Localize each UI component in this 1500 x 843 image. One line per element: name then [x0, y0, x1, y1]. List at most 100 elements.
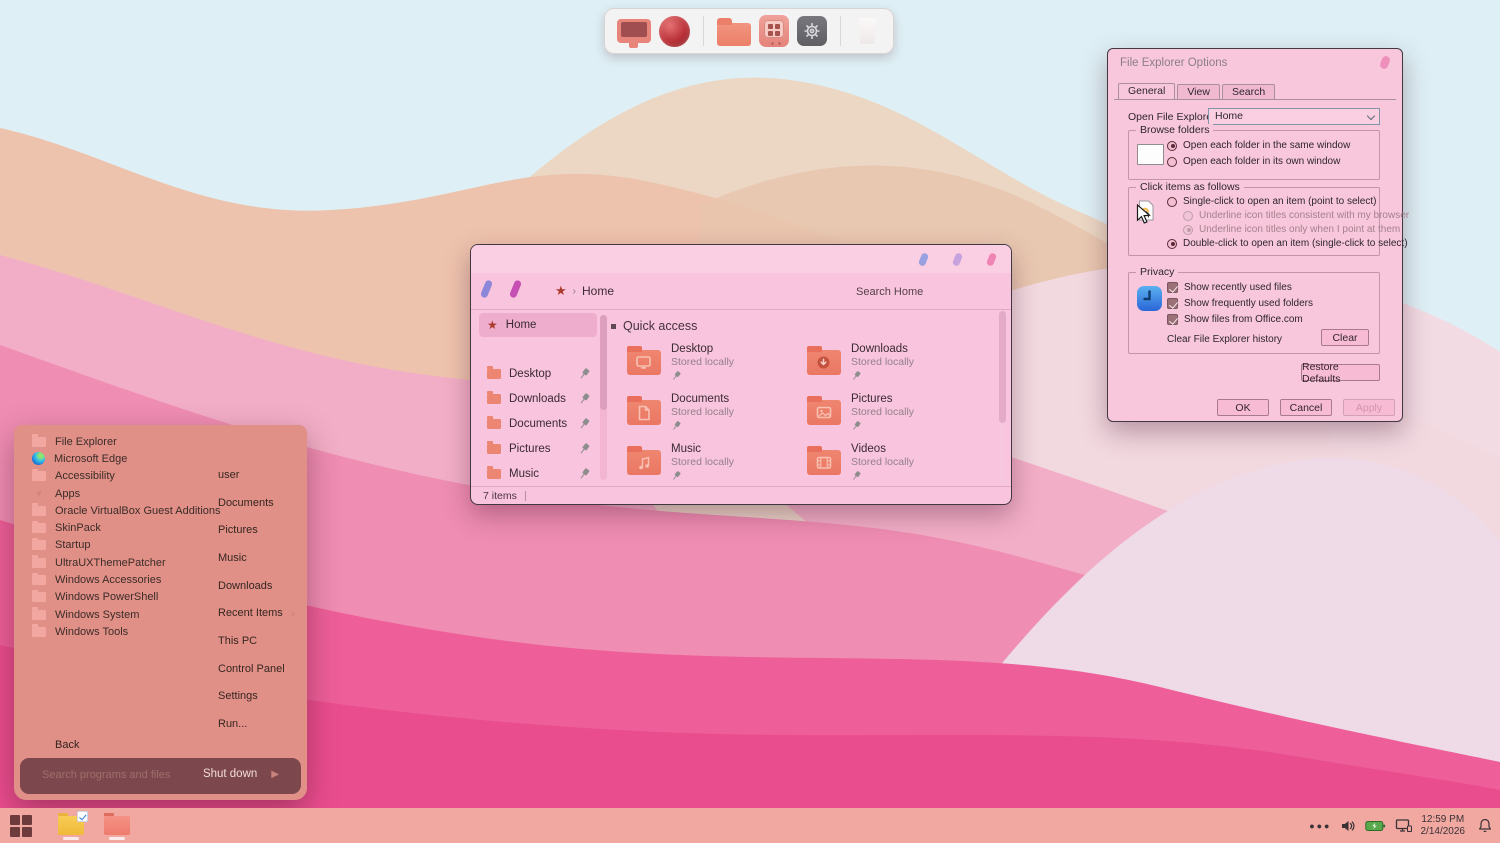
start-menu-item-ultrauxthemepatcher[interactable]: UltraUXThemePatcher [32, 554, 221, 571]
tab-general[interactable]: General [1118, 83, 1175, 100]
display-icon[interactable] [617, 13, 651, 49]
battery-icon[interactable] [1365, 819, 1386, 833]
start-menu-item-apps[interactable]: Apps [32, 485, 221, 502]
taskbar-options-icon[interactable] [58, 816, 84, 835]
tab-search[interactable]: Search [1222, 84, 1275, 99]
tab-view[interactable]: View [1177, 84, 1220, 99]
breadcrumb[interactable]: ★ › Home [555, 283, 614, 299]
taskbar: ●●● 12:59 PM 2/14/2026 [0, 808, 1500, 843]
start-menu-place-settings[interactable]: Settings [218, 683, 295, 711]
start-menu-item-windows-system[interactable]: Windows System [32, 606, 221, 623]
start-menu-item-windows-powershell[interactable]: Windows PowerShell [32, 589, 221, 606]
start-menu-place-recent-items[interactable]: Recent Items› [218, 599, 295, 627]
start-menu-place-this-pc[interactable]: This PC [218, 627, 295, 655]
start-menu-place-control-panel[interactable]: Control Panel [218, 655, 295, 683]
running-indicator [63, 837, 79, 840]
tile-name: Pictures [851, 393, 914, 405]
close-icon[interactable] [1379, 55, 1391, 70]
start-menu-item-label: Windows System [55, 609, 139, 621]
start-menu-place-pictures[interactable]: Pictures [218, 516, 295, 544]
radio-open-own-window[interactable]: Open each folder in its own window [1167, 156, 1340, 167]
radio-icon [1167, 157, 1177, 167]
sidebar-item-music[interactable]: Music [479, 461, 597, 486]
sidebar-scrollbar[interactable] [600, 315, 607, 480]
shutdown-arrow-icon[interactable]: ▶ [271, 769, 279, 780]
content-scrollbar[interactable] [999, 311, 1006, 487]
start-menu-item-accessibility[interactable]: Accessibility [32, 468, 221, 485]
scrollbar-thumb[interactable] [999, 311, 1006, 423]
folder-icon [32, 523, 46, 533]
settings-gear-icon[interactable] [797, 13, 827, 49]
files-folder-icon[interactable] [717, 13, 751, 49]
search-input[interactable]: Search Home [856, 286, 923, 298]
start-menu-place-downloads[interactable]: Downloads [218, 572, 295, 600]
tile-downloads[interactable]: Downloads Stored locally [807, 343, 979, 389]
network-icon[interactable] [1395, 818, 1412, 833]
downloads-folder-icon [807, 350, 841, 375]
start-menu-place-music[interactable]: Music [218, 544, 295, 572]
radio-open-same-window[interactable]: Open each folder in the same window [1167, 140, 1350, 151]
start-menu-item-microsoft-edge[interactable]: Microsoft Edge [32, 450, 221, 467]
start-button[interactable] [10, 815, 32, 837]
ok-button[interactable]: OK [1217, 399, 1269, 416]
start-menu-place-documents[interactable]: Documents [218, 489, 295, 517]
start-menu-place-run[interactable]: Run... [218, 710, 295, 738]
clock[interactable]: 12:59 PM 2/14/2026 [1421, 814, 1466, 837]
taskbar-explorer-icon[interactable] [104, 816, 130, 835]
start-menu-item-windows-accessories[interactable]: Windows Accessories [32, 571, 221, 588]
start-menu-item-skinpack[interactable]: SkinPack [32, 519, 221, 536]
start-menu-item-startup[interactable]: Startup [32, 537, 221, 554]
pin-icon [850, 369, 862, 382]
start-menu-item-label: Startup [55, 539, 90, 551]
checkbox-office-files[interactable]: Show files from Office.com [1167, 314, 1303, 325]
overflow-icon[interactable]: ●●● [1309, 821, 1331, 831]
trash-icon[interactable] [854, 13, 881, 49]
radio-double-click[interactable]: Double-click to open an item (single-cli… [1167, 238, 1408, 249]
radio-icon [1167, 141, 1177, 151]
pin-icon [577, 366, 592, 381]
desktop-folder-icon [627, 350, 661, 375]
breadcrumb-home[interactable]: Home [582, 284, 614, 298]
scrollbar-thumb[interactable] [600, 315, 607, 410]
quick-access-header[interactable]: Quick access [611, 319, 697, 333]
device-icon[interactable] [759, 13, 789, 49]
network-globe-icon[interactable] [659, 13, 690, 49]
clear-button[interactable]: Clear [1321, 329, 1369, 346]
sidebar-item-desktop[interactable]: Desktop [479, 361, 597, 386]
tile-pictures[interactable]: Pictures Stored locally [807, 393, 979, 439]
back-button[interactable]: Back [55, 739, 79, 751]
titlebar[interactable] [471, 245, 1011, 273]
checkbox-frequently-used[interactable]: Show frequently used folders [1167, 298, 1313, 309]
tile-desktop[interactable]: Desktop Stored locally [627, 343, 799, 389]
folder-icon [487, 369, 501, 379]
back-icon[interactable] [480, 279, 493, 298]
open-to-dropdown[interactable]: Home [1208, 108, 1380, 125]
restore-defaults-button[interactable]: Restore Defaults [1301, 364, 1380, 381]
start-menu-item-label: UltraUXThemePatcher [55, 557, 166, 569]
start-search-input[interactable]: Search programs and files [42, 769, 170, 781]
volume-icon[interactable] [1341, 819, 1356, 833]
radio-single-click[interactable]: Single-click to open an item (point to s… [1167, 196, 1376, 207]
start-menu-place-user[interactable]: user [218, 461, 295, 489]
start-menu-place-label: Pictures [218, 524, 258, 536]
notifications-bell-icon[interactable] [1478, 818, 1492, 833]
sidebar-item-downloads[interactable]: Downloads [479, 386, 597, 411]
tile-music[interactable]: Music Stored locally [627, 443, 799, 489]
cancel-button[interactable]: Cancel [1280, 399, 1332, 416]
radio-icon [1167, 197, 1177, 207]
start-menu-item-windows-tools[interactable]: Windows Tools [32, 623, 221, 640]
tile-sub: Stored locally [671, 456, 734, 468]
tile-name: Desktop [671, 343, 734, 355]
checkbox-recently-used[interactable]: Show recently used files [1167, 282, 1292, 293]
start-menu-item-file-explorer[interactable]: File Explorer [32, 433, 221, 450]
shutdown-button[interactable]: Shut down ▶ [203, 768, 279, 780]
tab-strip: General View Search [1118, 83, 1275, 99]
forward-icon[interactable] [509, 279, 522, 298]
tile-documents[interactable]: Documents Stored locally [627, 393, 799, 439]
sidebar-item-pictures[interactable]: Pictures [479, 436, 597, 461]
sidebar-item-documents[interactable]: Documents [479, 411, 597, 436]
sidebar-item-home[interactable]: ★ Home [479, 313, 597, 337]
tile-videos[interactable]: Videos Stored locally [807, 443, 979, 489]
dropdown-value: Home [1215, 110, 1243, 122]
start-menu-item-oracle-virtualbox-guest-additions[interactable]: Oracle VirtualBox Guest Additions [32, 502, 221, 519]
